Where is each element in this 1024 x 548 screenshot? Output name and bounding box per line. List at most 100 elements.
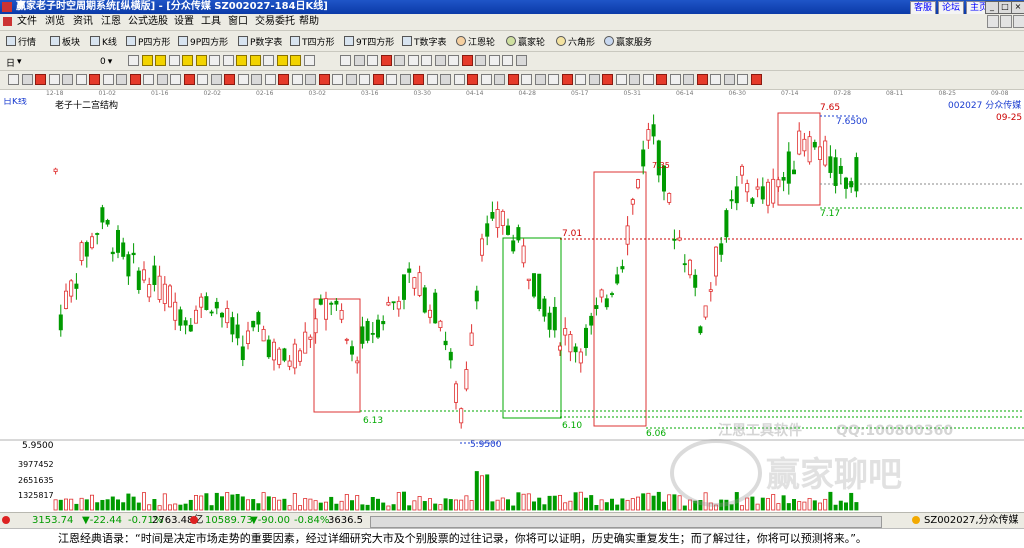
tool-button[interactable] [615,74,627,85]
tool-button[interactable] [588,74,600,85]
menu-news[interactable]: 资讯 [73,15,93,29]
tool-button[interactable] [453,74,465,85]
toolbar-p-number-table[interactable]: P数字表 [238,34,282,48]
tool-button[interactable] [143,74,154,85]
tool-button[interactable] [696,74,708,85]
menu-browse[interactable]: 浏览 [45,15,65,29]
tool-button[interactable] [480,74,492,85]
tool-button[interactable] [461,55,473,66]
tool-button[interactable] [467,74,478,85]
tool-button[interactable] [197,74,208,85]
tool-button[interactable] [318,74,330,85]
tool-button[interactable] [629,74,640,85]
menu-settings[interactable]: 设置 [174,15,194,29]
tool-button[interactable] [642,74,654,85]
tool-button[interactable] [340,55,351,66]
tool-button[interactable] [278,74,289,85]
tool-button[interactable] [116,74,127,85]
tool-button[interactable] [656,74,667,85]
tool-button[interactable] [359,74,370,85]
horizontal-scrollbar[interactable] [370,516,882,528]
toolbar-quote[interactable]: 行情 [6,34,36,48]
tool-button[interactable] [345,74,357,85]
tool-button[interactable] [710,74,721,85]
close-button[interactable]: × [1011,1,1024,14]
tool-button[interactable] [534,74,546,85]
tool-button[interactable] [210,74,222,85]
tool-button[interactable] [224,74,235,85]
toolbar-t-square[interactable]: T四方形 [290,34,335,48]
toolbar-gann-wheel[interactable]: 江恩轮 [456,34,495,48]
tool-button[interactable] [380,55,392,66]
tool-button[interactable] [290,55,301,66]
tool-button[interactable] [407,55,419,66]
tool-button[interactable] [575,74,586,85]
tool-button[interactable] [737,74,748,85]
menu-tools[interactable]: 工具 [201,15,221,29]
tool-button[interactable] [372,74,384,85]
toolbar-p-square[interactable]: P四方形 [126,34,170,48]
tool-button[interactable] [386,74,397,85]
tool-button[interactable] [35,74,46,85]
period-select[interactable]: 日 ▾ [6,55,22,69]
tool-button[interactable] [128,55,139,66]
tool-button[interactable] [251,74,262,85]
link-service[interactable]: 客服 [910,1,937,15]
tool-button[interactable] [305,74,316,85]
tool-button[interactable] [249,55,261,66]
tool-button[interactable] [102,74,114,85]
menu-trade[interactable]: 交易委托 [255,15,295,29]
menu-formula-screen[interactable]: 公式选股 [128,15,168,29]
tool-button[interactable] [155,55,166,66]
tool-button[interactable] [89,74,100,85]
tool-button[interactable] [263,55,274,66]
tool-button[interactable] [515,55,527,66]
toolbar-hexagon[interactable]: 六角形 [556,34,595,48]
toolbar-service[interactable]: 赢家服务 [604,34,652,48]
zero-select[interactable]: 0 ▾ [100,55,112,69]
toolbar-kline[interactable]: K线 [90,34,117,48]
tool-button[interactable] [502,55,513,66]
tool-button[interactable] [332,74,343,85]
link-forum[interactable]: 论坛 [938,1,965,15]
kline-chart[interactable]: 日K线 老子十二宫结构 002027 分众传媒 09-25 7.65 7.650… [0,95,1024,512]
tool-button[interactable] [723,74,735,85]
tool-button[interactable] [264,74,276,85]
maximize-button[interactable]: □ [998,1,1012,14]
tool-button[interactable] [394,55,405,66]
tool-button[interactable] [291,74,303,85]
tool-button[interactable] [488,55,500,66]
toolbar-9t-square[interactable]: 9T四方形 [344,34,394,48]
tool-button[interactable] [413,74,424,85]
tool-button[interactable] [494,74,505,85]
tool-button[interactable] [276,55,288,66]
tool-button[interactable] [475,55,486,66]
tool-button[interactable] [303,55,315,66]
tool-button[interactable] [434,55,446,66]
mdi-restore-button[interactable] [1000,15,1012,28]
tool-button[interactable] [170,74,181,85]
tool-button[interactable] [62,74,73,85]
toolbar-winner-wheel[interactable]: 赢家轮 [506,34,545,48]
tool-button[interactable] [367,55,378,66]
tool-button[interactable] [507,74,519,85]
toolbar-9p-square[interactable]: 9P四方形 [178,34,228,48]
menu-file[interactable]: 文件 [17,15,37,29]
tool-button[interactable] [548,74,559,85]
menu-window[interactable]: 窗口 [228,15,248,29]
tool-button[interactable] [237,74,249,85]
tool-button[interactable] [561,74,573,85]
menu-gann[interactable]: 江恩 [101,15,121,29]
tool-button[interactable] [683,74,694,85]
toolbar-t-number-table[interactable]: T数字表 [402,34,447,48]
tool-button[interactable] [750,74,762,85]
tool-button[interactable] [195,55,207,66]
mdi-close-button[interactable] [1013,15,1024,28]
tool-button[interactable] [521,74,532,85]
toolbar-sector[interactable]: 板块 [50,34,80,48]
tool-button[interactable] [448,55,459,66]
tool-button[interactable] [222,55,234,66]
tool-button[interactable] [399,74,411,85]
menu-help[interactable]: 帮助 [299,15,319,29]
chart-area[interactable]: 日K线 老子十二宫结构 002027 分众传媒 09-25 7.65 7.650… [0,95,1024,512]
